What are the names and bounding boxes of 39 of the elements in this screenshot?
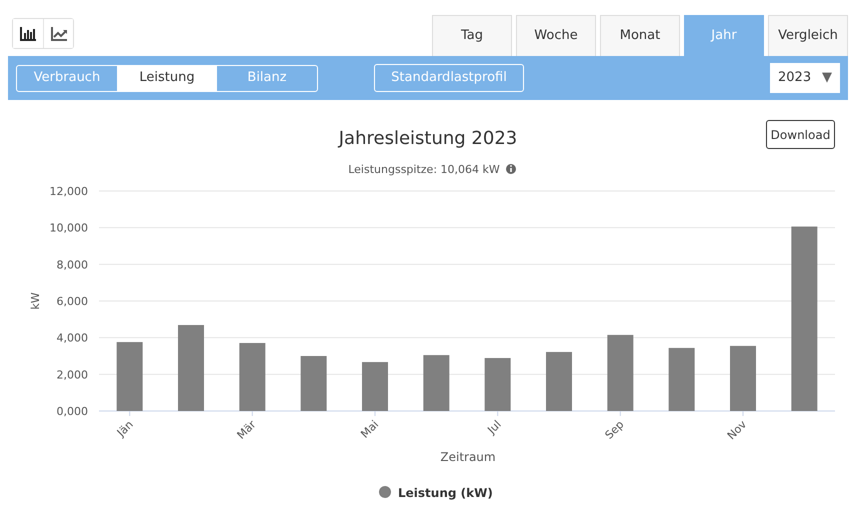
bar: [730, 346, 756, 411]
legend-marker-icon: [379, 486, 391, 498]
download-button[interactable]: Download: [766, 120, 835, 149]
tab[interactable]: Monat: [600, 15, 680, 56]
axis-title: kW: [29, 292, 42, 310]
bar: [423, 355, 450, 411]
axis-label: 4,000: [56, 332, 88, 345]
axis-title: Zeitraum: [440, 450, 496, 464]
axis-label: 10,000: [50, 222, 88, 235]
tab[interactable]: Tag: [432, 15, 512, 56]
bar: [668, 348, 695, 411]
line-chart-icon: [50, 26, 66, 40]
bar: [546, 352, 572, 411]
axis-label: Sep: [602, 418, 626, 442]
legend-label: Leistung (kW): [398, 486, 493, 500]
segment-button[interactable]: Leistung: [117, 66, 217, 90]
bar: [239, 342, 266, 411]
axis-label: 0,000: [56, 405, 88, 418]
chart-title: Jahresleistung 2023: [338, 128, 518, 149]
bar: [116, 342, 143, 411]
axis-label: Jul: [485, 418, 504, 437]
tab[interactable]: Vergleich: [768, 15, 848, 56]
axis-label: Mär: [234, 418, 258, 442]
bar: [362, 362, 388, 411]
bar: [484, 358, 511, 411]
axis-label: 2,000: [56, 368, 88, 382]
bar: [300, 356, 327, 411]
tab[interactable]: Woche: [516, 15, 596, 56]
chart-subtitle: Leistungsspitze: 10,064 kW: [348, 163, 500, 176]
axis-label: 12,000: [50, 185, 88, 198]
year-select[interactable]: 2023 ▼: [770, 63, 840, 93]
axis-label: 8,000: [56, 258, 88, 272]
axis-label: Nov: [724, 418, 750, 442]
line-chart-button[interactable]: [43, 19, 73, 48]
axis-label: 6,000: [56, 295, 88, 308]
bar-chart-icon: [20, 26, 36, 40]
info-icon[interactable]: [506, 164, 516, 174]
axis-label: Jän: [114, 418, 136, 440]
axis-label: Mai: [358, 418, 382, 441]
